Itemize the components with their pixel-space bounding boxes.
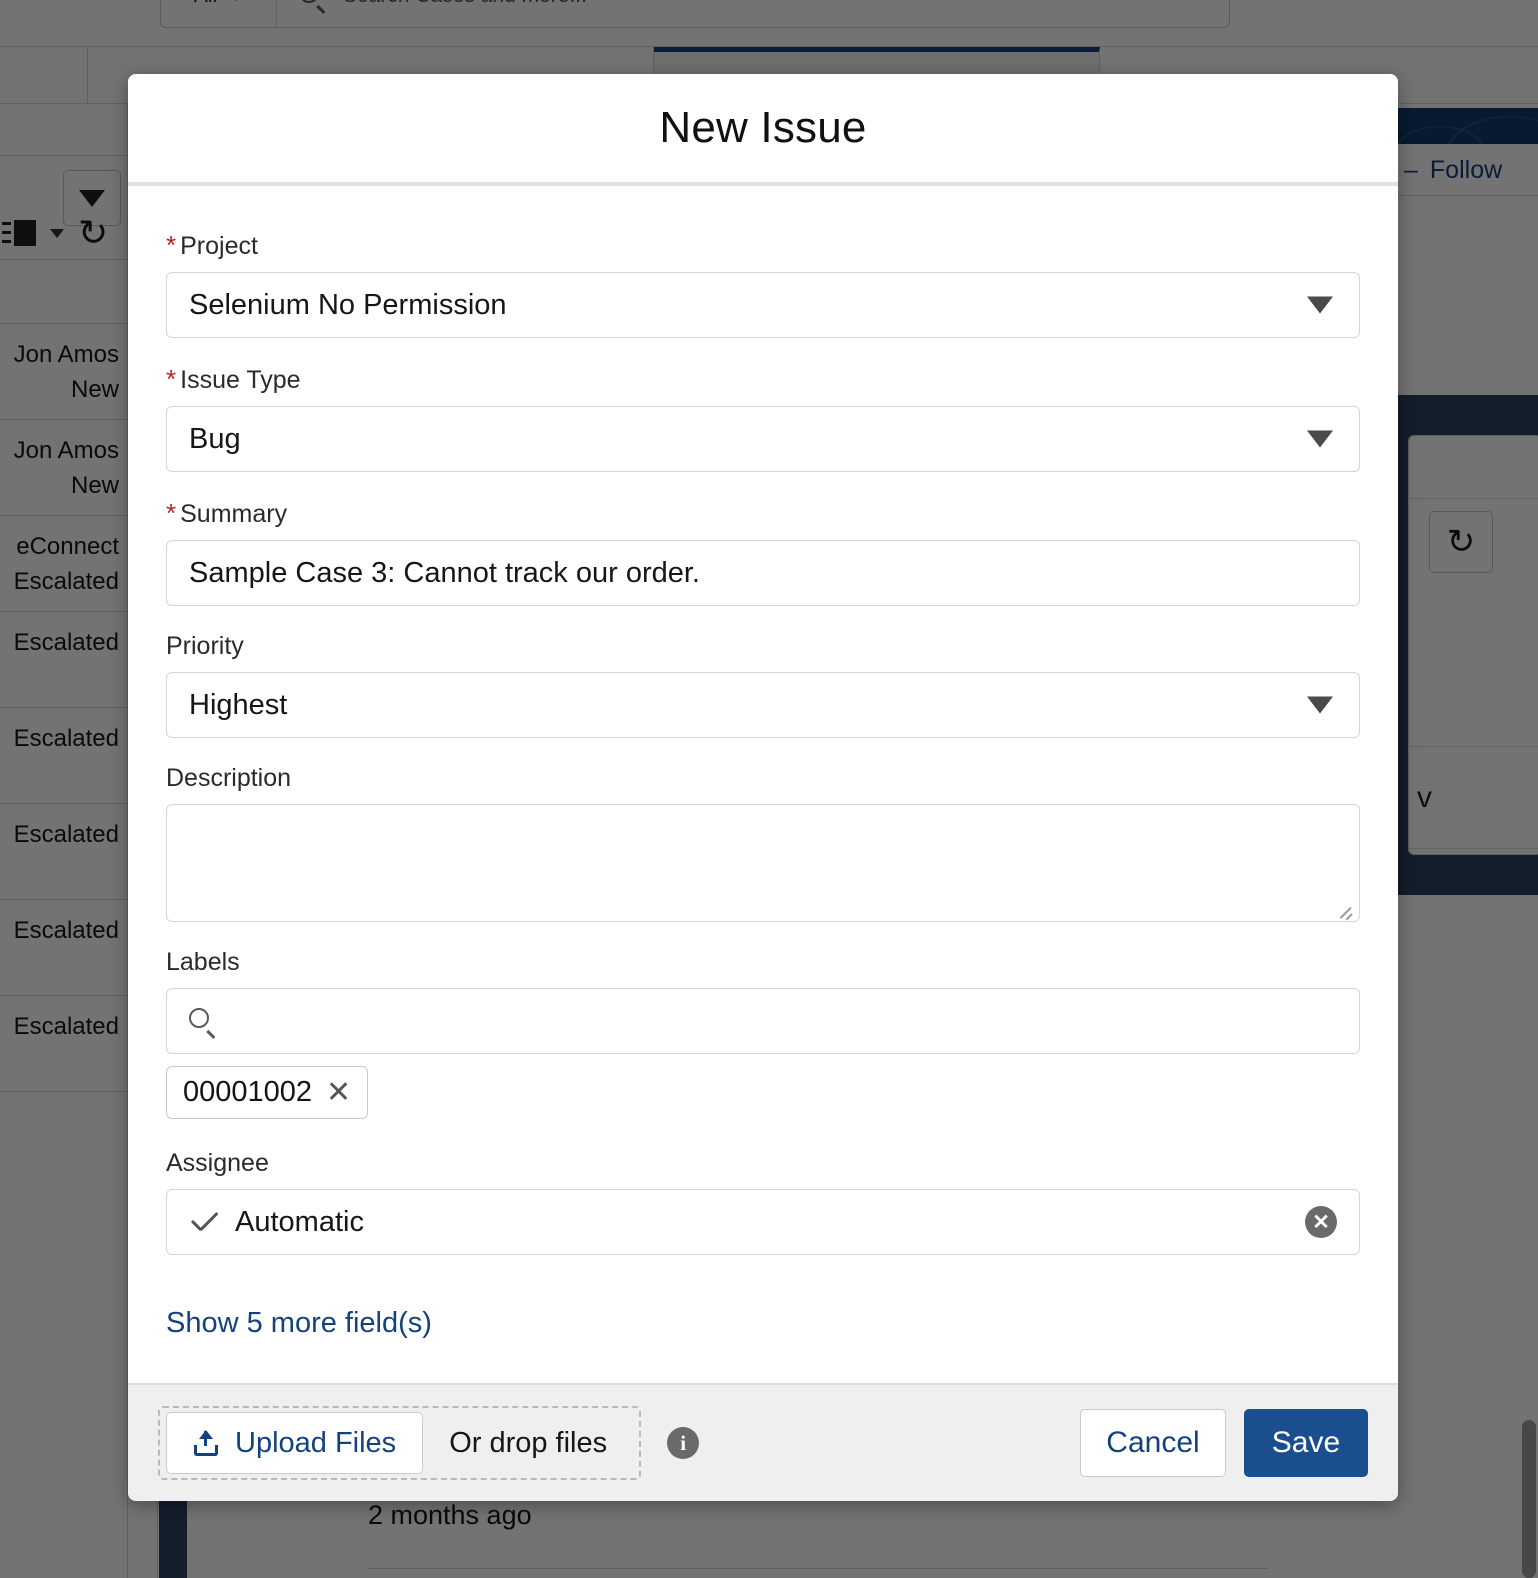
modal-header: New Issue [128, 74, 1398, 186]
show-more-fields-link[interactable]: Show 5 more field(s) [166, 1307, 432, 1340]
cancel-button[interactable]: Cancel [1080, 1409, 1226, 1477]
summary-label: *Summary [166, 498, 1360, 529]
upload-files-label: Upload Files [235, 1427, 396, 1460]
summary-value: Sample Case 3: Cannot track our order. [189, 557, 700, 590]
drop-files-label: Or drop files [423, 1427, 633, 1460]
check-icon [189, 1207, 219, 1237]
assignee-value: Automatic [235, 1206, 364, 1239]
labels-label: Labels [166, 948, 1360, 977]
chevron-down-icon [1307, 697, 1333, 714]
field-project: *Project Selenium No Permission [166, 230, 1360, 338]
info-icon[interactable]: i [667, 1427, 699, 1459]
modal-title: New Issue [659, 103, 866, 153]
field-summary: *Summary Sample Case 3: Cannot track our… [166, 498, 1360, 606]
priority-value: Highest [189, 689, 287, 722]
project-select[interactable]: Selenium No Permission [166, 272, 1360, 338]
remove-label-icon[interactable]: ✕ [326, 1078, 351, 1108]
label-pill-text: 00001002 [183, 1076, 312, 1109]
field-priority: Priority Highest [166, 632, 1360, 738]
labels-search-input[interactable] [166, 988, 1360, 1054]
assignee-label: Assignee [166, 1149, 1360, 1178]
labels-pill-list: 00001002 ✕ [166, 1054, 1360, 1119]
clear-icon[interactable]: ✕ [1305, 1206, 1337, 1238]
assignee-input[interactable]: Automatic ✕ [166, 1189, 1360, 1255]
search-icon [189, 1008, 215, 1034]
modal-body: *Project Selenium No Permission *Issue T… [128, 186, 1398, 1383]
issue-type-value: Bug [189, 423, 241, 456]
description-textarea[interactable] [166, 804, 1360, 922]
issue-type-label: *Issue Type [166, 364, 1360, 395]
save-button[interactable]: Save [1244, 1409, 1368, 1477]
upload-icon [193, 1429, 219, 1457]
new-issue-modal: New Issue *Project Selenium No Permissio… [128, 74, 1398, 1501]
field-issue-type: *Issue Type Bug [166, 364, 1360, 472]
summary-input[interactable]: Sample Case 3: Cannot track our order. [166, 540, 1360, 606]
modal-footer: Upload Files Or drop files i Cancel Save [128, 1383, 1398, 1501]
description-label: Description [166, 764, 1360, 793]
chevron-down-icon [1307, 431, 1333, 448]
field-description: Description [166, 764, 1360, 922]
project-value: Selenium No Permission [189, 289, 507, 322]
label-pill[interactable]: 00001002 ✕ [166, 1066, 368, 1119]
file-dropzone[interactable]: Upload Files Or drop files [158, 1406, 641, 1480]
upload-files-button[interactable]: Upload Files [166, 1412, 423, 1474]
project-label: *Project [166, 230, 1360, 261]
issue-type-select[interactable]: Bug [166, 406, 1360, 472]
required-asterisk: * [166, 230, 176, 260]
required-asterisk: * [166, 364, 176, 394]
priority-select[interactable]: Highest [166, 672, 1360, 738]
priority-label: Priority [166, 632, 1360, 661]
field-assignee: Assignee Automatic ✕ [166, 1149, 1360, 1255]
required-asterisk: * [166, 498, 176, 528]
resize-handle-icon[interactable] [1335, 899, 1353, 917]
chevron-down-icon [1307, 297, 1333, 314]
field-labels: Labels 00001002 ✕ [166, 948, 1360, 1119]
